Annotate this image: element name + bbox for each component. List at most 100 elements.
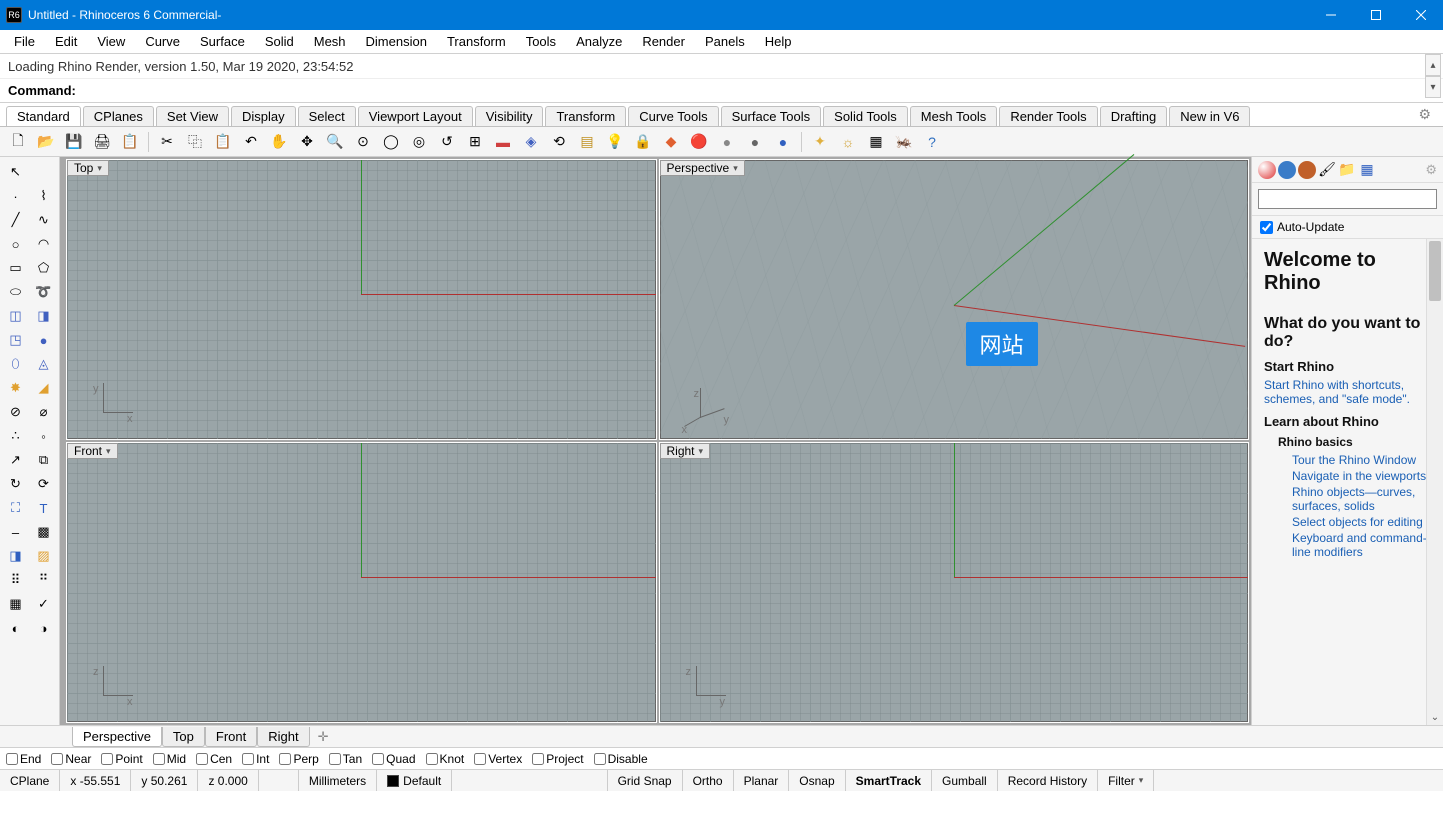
maximize-button[interactable]	[1353, 0, 1398, 30]
status-layer[interactable]: Default	[377, 770, 452, 791]
set-cplane-icon[interactable]: ▬	[491, 130, 515, 154]
status-record-history[interactable]: Record History	[998, 770, 1098, 791]
undo-view-icon[interactable]: ↺	[435, 130, 459, 154]
osnap-disable[interactable]: Disable	[594, 752, 648, 766]
tab-display[interactable]: Display	[231, 106, 296, 126]
line-icon[interactable]: ╱	[4, 209, 28, 231]
viewport-top[interactable]: Top▾ y x	[66, 159, 657, 440]
status-ortho[interactable]: Ortho	[683, 770, 734, 791]
status-smarttrack[interactable]: SmartTrack	[846, 770, 932, 791]
link-tour[interactable]: Tour the Rhino Window	[1292, 453, 1431, 467]
menu-transform[interactable]: Transform	[437, 32, 516, 51]
tab-viewport-layout[interactable]: Viewport Layout	[358, 106, 473, 126]
tab-surface-tools[interactable]: Surface Tools	[721, 106, 822, 126]
menu-mesh[interactable]: Mesh	[304, 32, 356, 51]
copy-icon[interactable]: ⿻	[183, 130, 207, 154]
hatch-icon[interactable]: ▩	[32, 521, 56, 543]
osnap-near[interactable]: Near	[51, 752, 91, 766]
rectangle-icon[interactable]: ▭	[4, 257, 28, 279]
chevron-down-icon[interactable]: ▾	[106, 446, 111, 457]
pointson-icon[interactable]: ∴	[4, 425, 28, 447]
viewport-label-front[interactable]: Front▾	[67, 443, 118, 459]
tab-transform[interactable]: Transform	[545, 106, 626, 126]
check-icon[interactable]: ✓	[32, 593, 56, 615]
tab-drafting[interactable]: Drafting	[1100, 106, 1168, 126]
menu-help[interactable]: Help	[755, 32, 802, 51]
viewport-area[interactable]: Top▾ y x Perspective▾ 网站 z y x	[60, 157, 1251, 725]
tab-cplanes[interactable]: CPlanes	[83, 106, 154, 126]
arc-icon[interactable]: ◠	[32, 233, 56, 255]
save-icon[interactable]: 💾	[62, 130, 86, 154]
tab-standard[interactable]: Standard	[6, 106, 81, 126]
gear-icon[interactable]: ⚙	[1418, 106, 1437, 123]
chevron-down-icon[interactable]: ▾	[733, 163, 738, 174]
explode-icon[interactable]: ✸	[4, 377, 28, 399]
gear-icon[interactable]: ⚙	[1425, 162, 1437, 178]
help-icon[interactable]: ?	[920, 130, 944, 154]
link-select[interactable]: Select objects for editing	[1292, 515, 1431, 529]
link-keyboard[interactable]: Keyboard and command-line modifiers	[1292, 531, 1431, 559]
viewport-perspective[interactable]: Perspective▾ 网站 z y x	[659, 159, 1250, 440]
environment-icon[interactable]: ▦	[864, 130, 888, 154]
shade-icon[interactable]: ●	[715, 130, 739, 154]
array-icon[interactable]: ⠿	[4, 569, 28, 591]
scroll-down-icon[interactable]: ⌄	[1427, 712, 1443, 723]
grasshopper-icon[interactable]: 🦗	[892, 130, 916, 154]
curve-icon[interactable]: ∿	[32, 209, 56, 231]
surface-icon[interactable]: ◫	[4, 305, 28, 327]
command-scroll[interactable]: ▴ ▾	[1425, 54, 1441, 98]
search-input[interactable]	[1258, 189, 1437, 209]
tab-solid-tools[interactable]: Solid Tools	[823, 106, 908, 126]
help-panel[interactable]: Welcome to Rhino What do you want to do?…	[1252, 239, 1443, 725]
help-scrollbar[interactable]: ⌄	[1426, 239, 1443, 725]
four-views-icon[interactable]: ⊞	[463, 130, 487, 154]
auto-update-checkbox[interactable]	[1260, 221, 1273, 234]
osnap-end[interactable]: End	[6, 752, 41, 766]
menu-panels[interactable]: Panels	[695, 32, 755, 51]
viewport-label-right[interactable]: Right▾	[660, 443, 711, 459]
vtab-perspective[interactable]: Perspective	[72, 727, 162, 747]
group-icon[interactable]: ▦	[4, 593, 28, 615]
osnap-vertex[interactable]: Vertex	[474, 752, 522, 766]
pointer-icon[interactable]: ↖	[4, 161, 28, 183]
menu-view[interactable]: View	[87, 32, 135, 51]
new-icon[interactable]: 🗋	[6, 130, 30, 154]
rotate-view-icon[interactable]: ✥	[295, 130, 319, 154]
spotlight-icon[interactable]: ✦	[808, 130, 832, 154]
menu-file[interactable]: File	[4, 32, 45, 51]
scale-icon[interactable]: ⛶	[4, 497, 28, 519]
osnap-int[interactable]: Int	[242, 752, 269, 766]
zoom-icon[interactable]: 🔍	[323, 130, 347, 154]
osnap-perp[interactable]: Perp	[279, 752, 318, 766]
status-cplane[interactable]: CPlane	[0, 770, 60, 791]
tab-mesh-tools[interactable]: Mesh Tools	[910, 106, 998, 126]
osnap-quad[interactable]: Quad	[372, 752, 415, 766]
cylinder-icon[interactable]: ⬯	[4, 353, 28, 375]
display-tab-icon[interactable]	[1298, 161, 1316, 179]
link-objects[interactable]: Rhino objects—curves, surfaces, solids	[1292, 485, 1431, 513]
material-sphere-icon[interactable]: 🔴	[687, 130, 711, 154]
help-tab-icon[interactable]: ▦	[1358, 161, 1376, 179]
viewport-front[interactable]: Front▾ z x	[66, 442, 657, 723]
menu-tools[interactable]: Tools	[516, 32, 566, 51]
print-icon[interactable]: 🖨	[90, 130, 114, 154]
osnap-cen[interactable]: Cen	[196, 752, 232, 766]
move-icon[interactable]: ↗	[4, 449, 28, 471]
osnap-mid[interactable]: Mid	[153, 752, 186, 766]
blend-icon[interactable]: ◨	[4, 545, 28, 567]
ellipse-icon[interactable]: ⬭	[4, 281, 28, 303]
viewport-label-top[interactable]: Top▾	[67, 160, 109, 176]
document-props-icon[interactable]: 📋	[118, 130, 142, 154]
scrollbar-thumb[interactable]	[1429, 241, 1441, 301]
copy2-icon[interactable]: ⧉	[32, 449, 56, 471]
viewport-label-perspective[interactable]: Perspective▾	[660, 160, 745, 176]
library-tab-icon[interactable]: 📁	[1338, 161, 1356, 179]
status-planar[interactable]: Planar	[734, 770, 790, 791]
status-units[interactable]: Millimeters	[299, 770, 377, 791]
dim-icon[interactable]: –	[4, 521, 28, 543]
sphere-icon[interactable]: ●	[32, 329, 56, 351]
layers-tab-icon[interactable]	[1278, 161, 1296, 179]
zoom-window-icon[interactable]: ◯	[379, 130, 403, 154]
render-preview-icon[interactable]: ●	[771, 130, 795, 154]
tab-render-tools[interactable]: Render Tools	[999, 106, 1097, 126]
